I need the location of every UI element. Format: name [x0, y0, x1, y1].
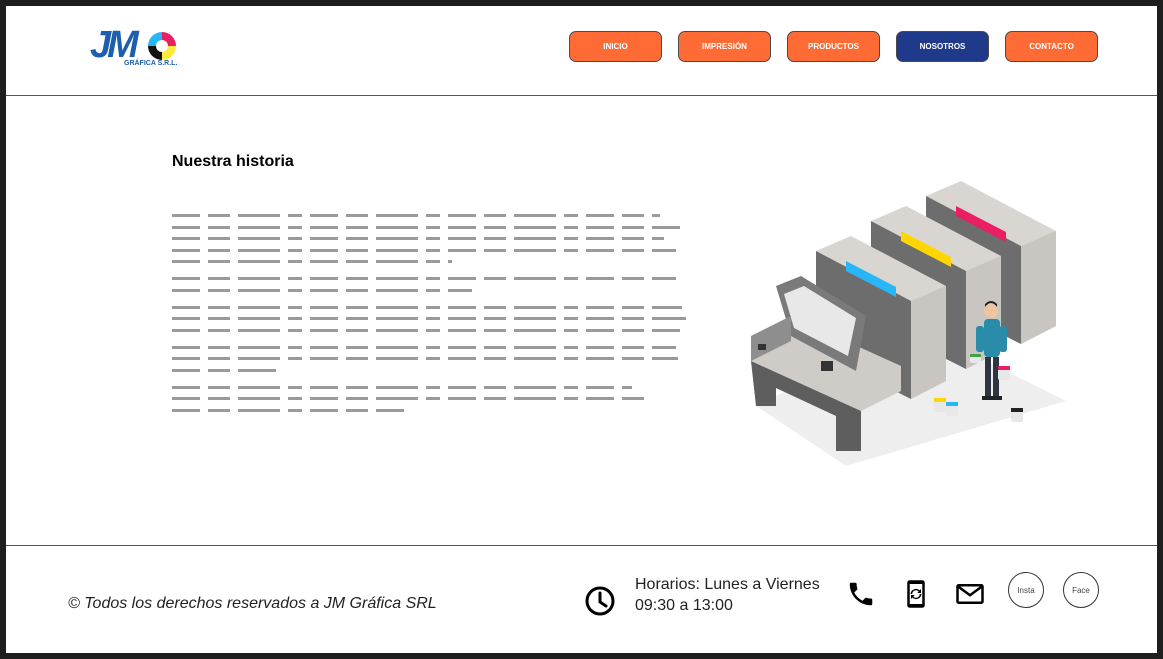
- logo-cmyk-icon: [148, 32, 176, 60]
- paragraph-placeholder: [172, 345, 692, 372]
- clock-icon: [585, 586, 615, 616]
- brand-logo[interactable]: JM GRÁFICA S.R.L.: [90, 24, 186, 70]
- logo-subtitle: GRÁFICA S.R.L.: [124, 60, 178, 67]
- mail-icon[interactable]: [955, 579, 985, 609]
- site-footer: © Todos los derechos reservados a JM Grá…: [6, 545, 1157, 653]
- instagram-link[interactable]: Insta: [1008, 572, 1044, 608]
- nav-inicio[interactable]: INICIO: [569, 31, 662, 62]
- business-hours: Horarios: Lunes a Viernes 09:30 a 13:00: [635, 574, 820, 616]
- nav-impresion[interactable]: IMPRESIÓN: [678, 31, 771, 62]
- hours-time: 09:30 a 13:00: [635, 597, 733, 614]
- phone-icon[interactable]: [846, 579, 876, 609]
- copyright-text: © Todos los derechos reservados a JM Grá…: [68, 595, 437, 612]
- page-title: Nuestra historia: [172, 153, 294, 170]
- page-frame: JM GRÁFICA S.R.L. INICIO IMPRESIÓN PRODU…: [6, 6, 1157, 653]
- nav-contacto[interactable]: CONTACTO: [1005, 31, 1098, 62]
- offset-printing-press-icon: [751, 181, 1066, 466]
- hours-days: Horarios: Lunes a Viernes: [635, 576, 820, 593]
- paragraph-placeholder: [172, 277, 692, 292]
- history-text-placeholder: [172, 214, 692, 426]
- site-header: JM GRÁFICA S.R.L. INICIO IMPRESIÓN PRODU…: [6, 6, 1157, 96]
- paragraph-placeholder: [172, 385, 692, 412]
- facebook-link[interactable]: Face: [1063, 572, 1099, 608]
- nav-nosotros[interactable]: NOSOTROS: [896, 31, 989, 62]
- paragraph-placeholder: [172, 305, 692, 332]
- paragraph-placeholder: [172, 214, 692, 263]
- mobile-sync-icon[interactable]: [901, 579, 931, 609]
- nav-productos[interactable]: PRODUCTOS: [787, 31, 880, 62]
